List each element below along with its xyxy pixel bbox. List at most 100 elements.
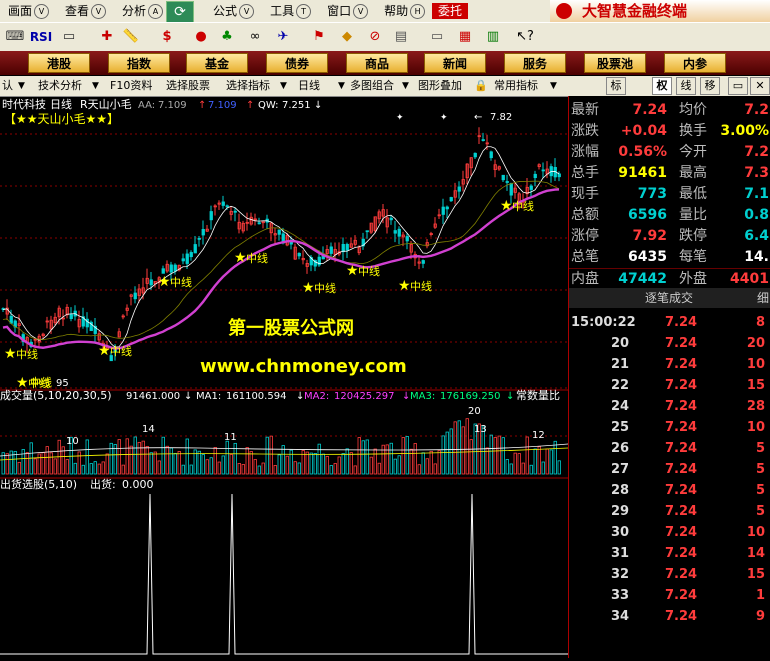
volume-bar (349, 452, 353, 475)
volume-bar (77, 451, 81, 475)
candle-body (509, 183, 513, 196)
books-icon[interactable]: ▥ (482, 27, 504, 47)
down-arrow-icon: ↓ (506, 391, 514, 402)
traffic-light-icon[interactable]: ● (190, 27, 212, 47)
menu-view[interactable]: 查看 V (57, 0, 114, 22)
flag-icon[interactable]: ⚑ (308, 27, 330, 47)
volume-bar (5, 453, 9, 475)
ma2-value: 120425.297 (334, 391, 394, 402)
aa-value: 7.109 (158, 100, 187, 111)
volume-bar (345, 448, 349, 475)
calendar-icon[interactable]: ▦ (454, 27, 476, 47)
ctrl-technical-analysis[interactable]: 技术分析 (38, 76, 82, 96)
dropdown-arrow-icon[interactable]: ▼ (338, 76, 345, 96)
dropdown-arrow-icon[interactable]: ▼ (18, 76, 25, 96)
volume-bar (121, 464, 125, 475)
candle-body (489, 151, 493, 159)
high-price-marker: 7.82 (490, 112, 512, 123)
volume-bar (493, 437, 497, 475)
signal-label: 中线 (16, 347, 38, 361)
nav-bonds[interactable]: 债券 (266, 53, 328, 73)
help-pointer-icon[interactable]: ↖? (514, 27, 536, 47)
tick-header[interactable]: 逐笔成交细 (569, 288, 770, 308)
menu-help[interactable]: 帮助 H (376, 0, 433, 22)
chart-area[interactable]: ★ 中线 ★ 中线 ★ 中线 ★ 中线 ★ 中线 ★ 中线 ★ 中线 ★ 中线 ★ 中线 时代科技 日线 R天山小… (0, 96, 569, 658)
tab-rights[interactable]: 权 (652, 77, 672, 95)
dropdown-arrow-icon[interactable]: ▼ (550, 76, 557, 96)
menu-screen[interactable]: 画面 V (0, 0, 57, 22)
printer-icon[interactable]: ▭ (426, 27, 448, 47)
keyboard-icon[interactable]: ⌨ (4, 27, 26, 47)
dropdown-arrow-icon[interactable]: ▼ (280, 76, 287, 96)
nav-hk-stocks[interactable]: 港股 (28, 53, 90, 73)
cross-icon[interactable]: ✚ (96, 27, 118, 47)
tick-row: 30 7.24 10 (611, 525, 765, 540)
pin-icon[interactable]: ✈ (272, 27, 294, 47)
nav-services[interactable]: 服务 (504, 53, 566, 73)
window-restore-icon[interactable]: ▭ (728, 77, 748, 95)
candle-body (441, 206, 445, 215)
quote-row: 最新 7.24 均价 7.2 (571, 102, 769, 118)
ctrl-overlay[interactable]: 图形叠加 (418, 76, 462, 96)
star-icon: ★ (4, 346, 17, 362)
kline-chart[interactable]: ★ 中线 ★ 中线★ 中线★ 中线★ 中线★ 中线★ 中线★ 中线★ 中线 时代科技 日线 R天山小… (0, 96, 569, 658)
candle-body (557, 173, 561, 178)
monitor-icon[interactable]: ▭ (58, 27, 80, 47)
ctrl-confirm[interactable]: 认 (2, 76, 13, 96)
lock-icon[interactable]: 🔒 (474, 76, 488, 96)
volume-bar (421, 452, 425, 475)
app-logo-icon[interactable]: ⟳ (166, 1, 194, 23)
rsi-button[interactable]: RSI (28, 27, 54, 47)
candle-body (365, 230, 369, 233)
volume-bar (517, 453, 521, 475)
ctrl-select-indicator[interactable]: 选择指标 (226, 76, 270, 96)
legend-title: 【★★天山小毛★★】 (4, 112, 119, 126)
diamond-icon[interactable]: ◆ (336, 27, 358, 47)
ctrl-f10[interactable]: F10资料 (110, 76, 152, 96)
menu-tools[interactable]: 工具 T (262, 0, 319, 22)
candle-body (393, 230, 397, 234)
dropdown-arrow-icon[interactable]: ▼ (402, 76, 409, 96)
binoculars-icon[interactable]: ∞ (244, 27, 266, 47)
volume-bar (485, 447, 489, 475)
candle-body (189, 252, 193, 258)
watermark-title: 第一股票公式网 (228, 317, 354, 339)
volume-bar (433, 463, 437, 475)
dropdown-arrow-icon[interactable]: ▼ (92, 76, 99, 96)
ctrl-select-stock[interactable]: 选择股票 (166, 76, 210, 96)
volume-bar (261, 462, 265, 475)
tree-icon[interactable]: ♣ (216, 27, 238, 47)
dollar-icon[interactable]: $ (156, 27, 178, 47)
forbidden-icon[interactable]: ⊘ (364, 27, 386, 47)
ctrl-common-indicators[interactable]: 常用指标 (494, 76, 538, 96)
chart-icon[interactable]: ▤ (390, 27, 412, 47)
ruler-icon[interactable]: 📏 (120, 27, 142, 47)
volume-bar (101, 461, 105, 475)
entrust-button[interactable]: 委托 (432, 3, 468, 19)
nav-funds[interactable]: 基金 (186, 53, 248, 73)
up-arrow-icon: ↑ (246, 100, 254, 111)
ctrl-multi-chart[interactable]: 多图组合 (350, 76, 394, 96)
tab-line[interactable]: 线 (676, 77, 696, 95)
quote-row: 总额 6596 量比 0.8 (571, 207, 769, 223)
tab-mark[interactable]: 标 (606, 77, 626, 95)
menu-analysis[interactable]: 分析 A (114, 0, 171, 22)
close-icon[interactable]: ✕ (750, 77, 770, 95)
ma3-label: MA3: (410, 391, 435, 402)
up-arrow-icon: ↑ (198, 100, 206, 111)
volume-bar (505, 459, 509, 475)
volume-bar (497, 435, 501, 475)
nav-bar: 港股 指数 基金 债券 商品 新闻 服务 股票池 内参 (0, 51, 770, 75)
nav-stock-pool[interactable]: 股票池 (584, 53, 646, 73)
nav-index[interactable]: 指数 (108, 53, 170, 73)
menu-window[interactable]: 窗口 V (319, 0, 376, 22)
nav-commodities[interactable]: 商品 (346, 53, 408, 73)
ctrl-period[interactable]: 日线 (298, 76, 320, 96)
volume-bar (117, 439, 121, 475)
volume-bar (441, 435, 445, 475)
nav-insider[interactable]: 内参 (664, 53, 726, 73)
quote-row: 现手 773 最低 7.1 (571, 186, 769, 202)
nav-news[interactable]: 新闻 (424, 53, 486, 73)
menu-formula[interactable]: 公式 V (205, 0, 262, 22)
tab-move[interactable]: 移 (700, 77, 720, 95)
